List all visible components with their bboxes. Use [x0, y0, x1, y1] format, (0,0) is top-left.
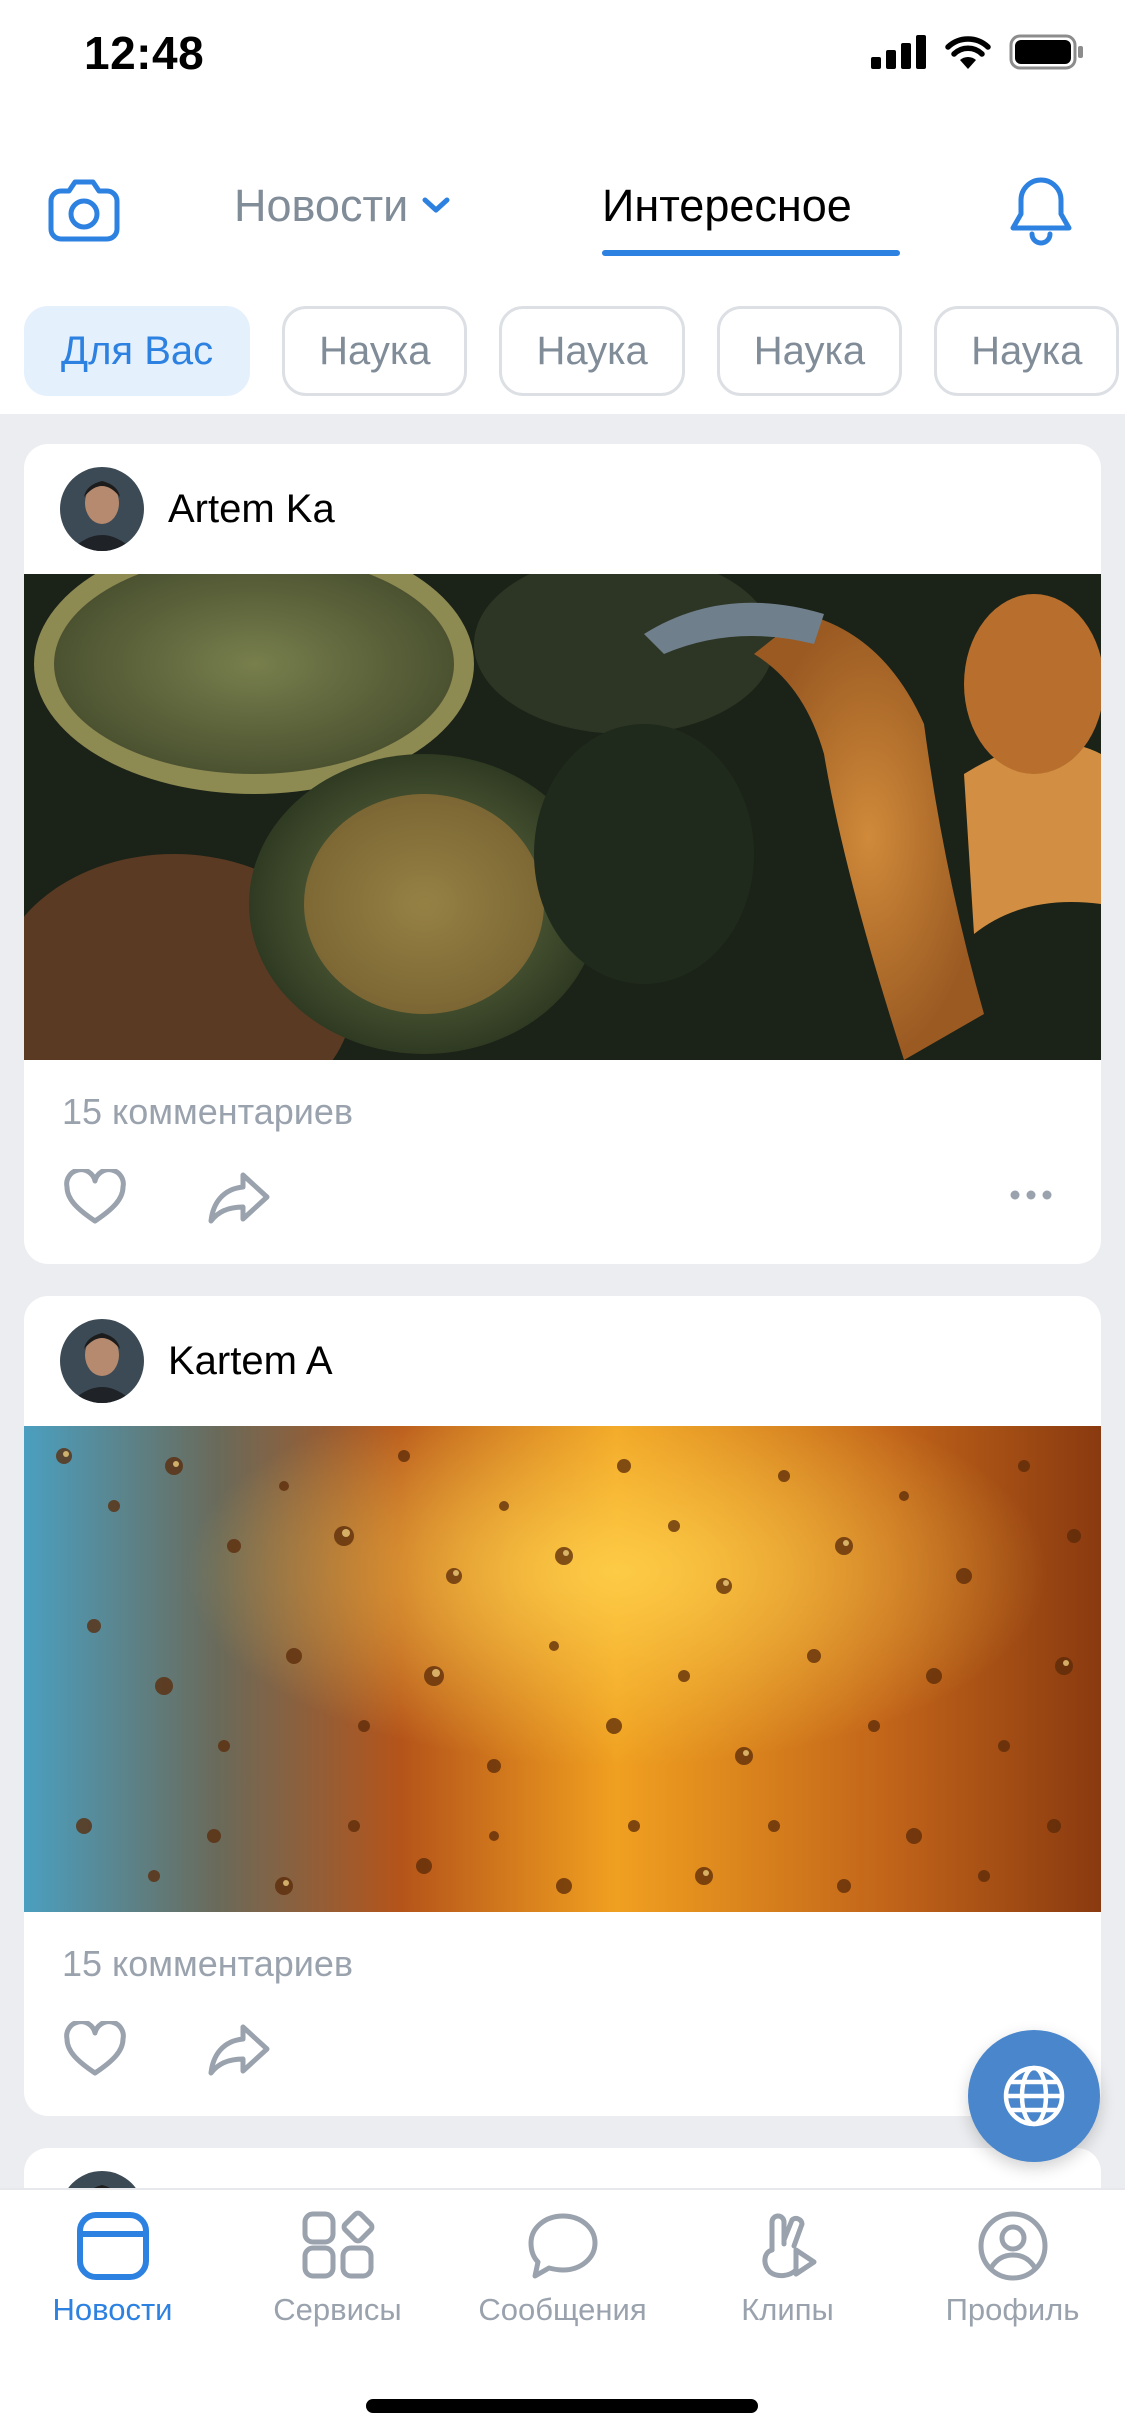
services-icon — [302, 2210, 374, 2279]
tab-messages-nav[interactable]: Сообщения — [450, 2210, 675, 2328]
tab-news-nav[interactable]: Новости — [0, 2210, 225, 2328]
home-indicator[interactable] — [366, 2399, 758, 2413]
tab-profile-nav[interactable]: Профиль — [900, 2210, 1125, 2328]
share-icon — [208, 2024, 270, 2076]
like-button[interactable] — [60, 1162, 130, 1232]
share-icon — [208, 1172, 270, 1224]
comments-count[interactable]: 15 комментариев — [24, 1936, 1101, 1992]
globe-fab-button[interactable] — [968, 2030, 1100, 2162]
post-card: Kartem A 15 комментариев — [24, 1296, 1101, 2116]
battery-icon — [1009, 34, 1083, 70]
post-image[interactable] — [24, 1426, 1101, 1912]
post-card — [24, 2148, 1101, 2188]
more-button[interactable] — [1001, 1170, 1061, 1220]
post-image[interactable] — [24, 574, 1101, 1060]
post-header: Artem Ka — [24, 444, 1101, 574]
avatar[interactable] — [60, 1319, 144, 1403]
chip-science[interactable]: Наука — [934, 306, 1120, 396]
post-header — [24, 2148, 1101, 2188]
post-header: Kartem A — [24, 1296, 1101, 1426]
chip-science[interactable]: Наука — [716, 306, 903, 396]
active-tab-indicator — [602, 250, 900, 256]
post-actions — [24, 1992, 1101, 2102]
tab-label: Новости — [52, 2292, 173, 2327]
heart-icon — [64, 1169, 126, 1224]
tab-news[interactable]: Новости — [234, 180, 450, 232]
share-button[interactable] — [204, 1162, 274, 1232]
header: Новости Интересное — [0, 150, 1125, 270]
feed[interactable]: Artem Ka 15 комментариев Kartem A 15 ком… — [0, 414, 1125, 2188]
avatar[interactable] — [60, 467, 144, 551]
topic-chips: Для Вас Наука Наука Наука Наука — [24, 306, 1120, 396]
profile-icon — [978, 2211, 1047, 2281]
camera-button[interactable] — [44, 170, 124, 250]
share-button[interactable] — [204, 2014, 274, 2084]
tab-label: Профиль — [945, 2292, 1080, 2327]
bell-icon — [1010, 177, 1072, 246]
post-card: Artem Ka 15 комментариев — [24, 444, 1101, 1264]
news-icon — [76, 2212, 149, 2280]
cellular-signal-icon — [871, 35, 926, 69]
avatar[interactable] — [60, 2171, 144, 2188]
status-time: 12:48 — [84, 27, 205, 79]
chevron-down-icon — [422, 197, 450, 213]
post-author[interactable]: Artem Ka — [168, 487, 335, 532]
status-icons — [871, 34, 1085, 70]
tab-label: Сообщения — [478, 2292, 647, 2327]
more-horizontal-icon — [1010, 1190, 1052, 1200]
notifications-button[interactable] — [1001, 170, 1081, 250]
status-bar: 12:48 — [0, 0, 1125, 110]
tab-clips-nav[interactable]: Клипы — [675, 2210, 900, 2328]
chip-for-you[interactable]: Для Вас — [24, 306, 251, 396]
clips-icon — [762, 2213, 816, 2279]
chip-science[interactable]: Наука — [499, 306, 685, 396]
tab-news-label: Новости — [234, 180, 409, 231]
tab-label: Сервисы — [273, 2292, 402, 2327]
wifi-icon — [945, 36, 991, 69]
comments-count[interactable]: 15 комментариев — [24, 1084, 1101, 1140]
post-actions — [24, 1140, 1101, 1250]
message-bubble-icon — [528, 2213, 597, 2279]
post-author[interactable]: Kartem A — [168, 1339, 333, 1384]
tab-label: Клипы — [741, 2292, 834, 2327]
tab-interesting[interactable]: Интересное — [602, 180, 852, 232]
chip-science[interactable]: Наука — [282, 306, 468, 396]
heart-icon — [64, 2021, 126, 2076]
globe-icon — [1003, 2065, 1065, 2127]
tab-services-nav[interactable]: Сервисы — [225, 2210, 450, 2328]
like-button[interactable] — [60, 2014, 130, 2084]
camera-icon — [48, 179, 120, 242]
